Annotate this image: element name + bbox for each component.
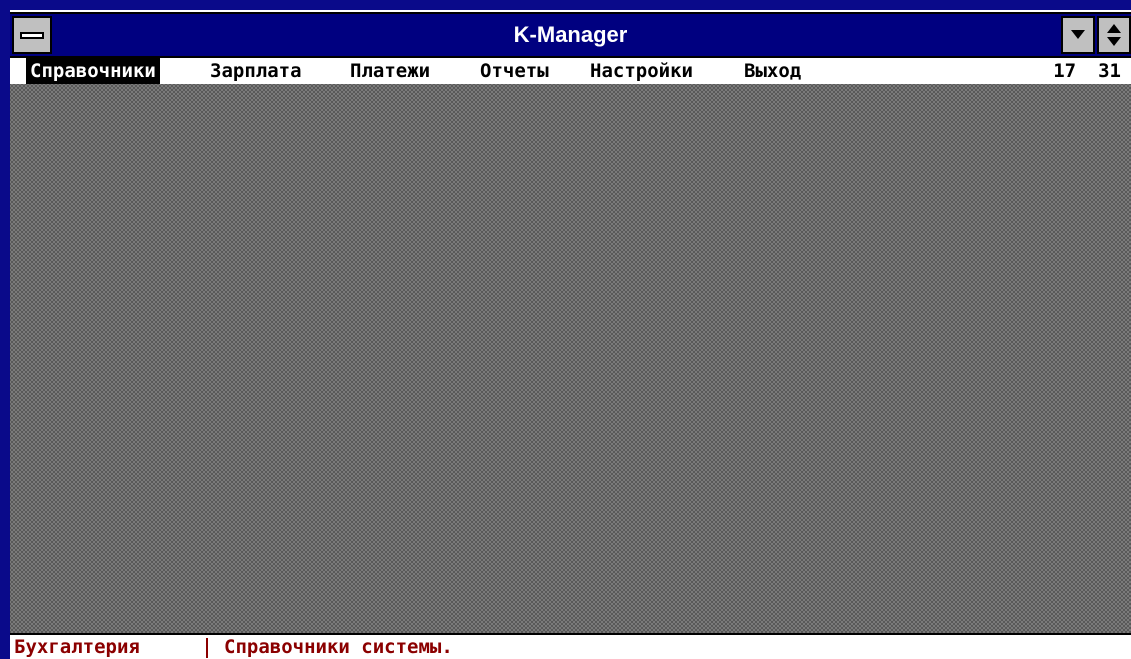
menu-item-spravochniki[interactable]: Справочники (26, 58, 160, 84)
workspace-area (10, 84, 1131, 633)
status-divider (206, 638, 208, 658)
app-window: K-Manager Справочники Зарплата Платежи О… (0, 0, 1131, 659)
status-message: Справочники системы. (224, 636, 453, 658)
menu-item-vykhod[interactable]: Выход (740, 58, 805, 84)
menu-item-otchety[interactable]: Отчеты (476, 58, 553, 84)
menu-bar: Справочники Зарплата Платежи Отчеты Наст… (10, 58, 1131, 84)
status-section: Бухгалтерия (14, 636, 140, 658)
menu-item-platezhi[interactable]: Платежи (346, 58, 434, 84)
window-frame-top (0, 0, 1131, 10)
clock-hours: 17 (1053, 60, 1077, 82)
title-bar[interactable]: K-Manager (10, 12, 1131, 58)
clock-minutes: 31 (1098, 60, 1121, 82)
minimize-arrow-icon[interactable] (1061, 16, 1095, 54)
status-bar: Бухгалтерия Справочники системы. (10, 633, 1131, 659)
menu-item-zarplata[interactable]: Зарплата (206, 58, 306, 84)
restore-arrows-icon[interactable] (1097, 16, 1131, 54)
window-title: K-Manager (513, 22, 628, 47)
menu-item-nastroyki[interactable]: Настройки (586, 58, 697, 84)
clock: 17 31 (1031, 58, 1121, 84)
window-frame-left (0, 0, 10, 659)
